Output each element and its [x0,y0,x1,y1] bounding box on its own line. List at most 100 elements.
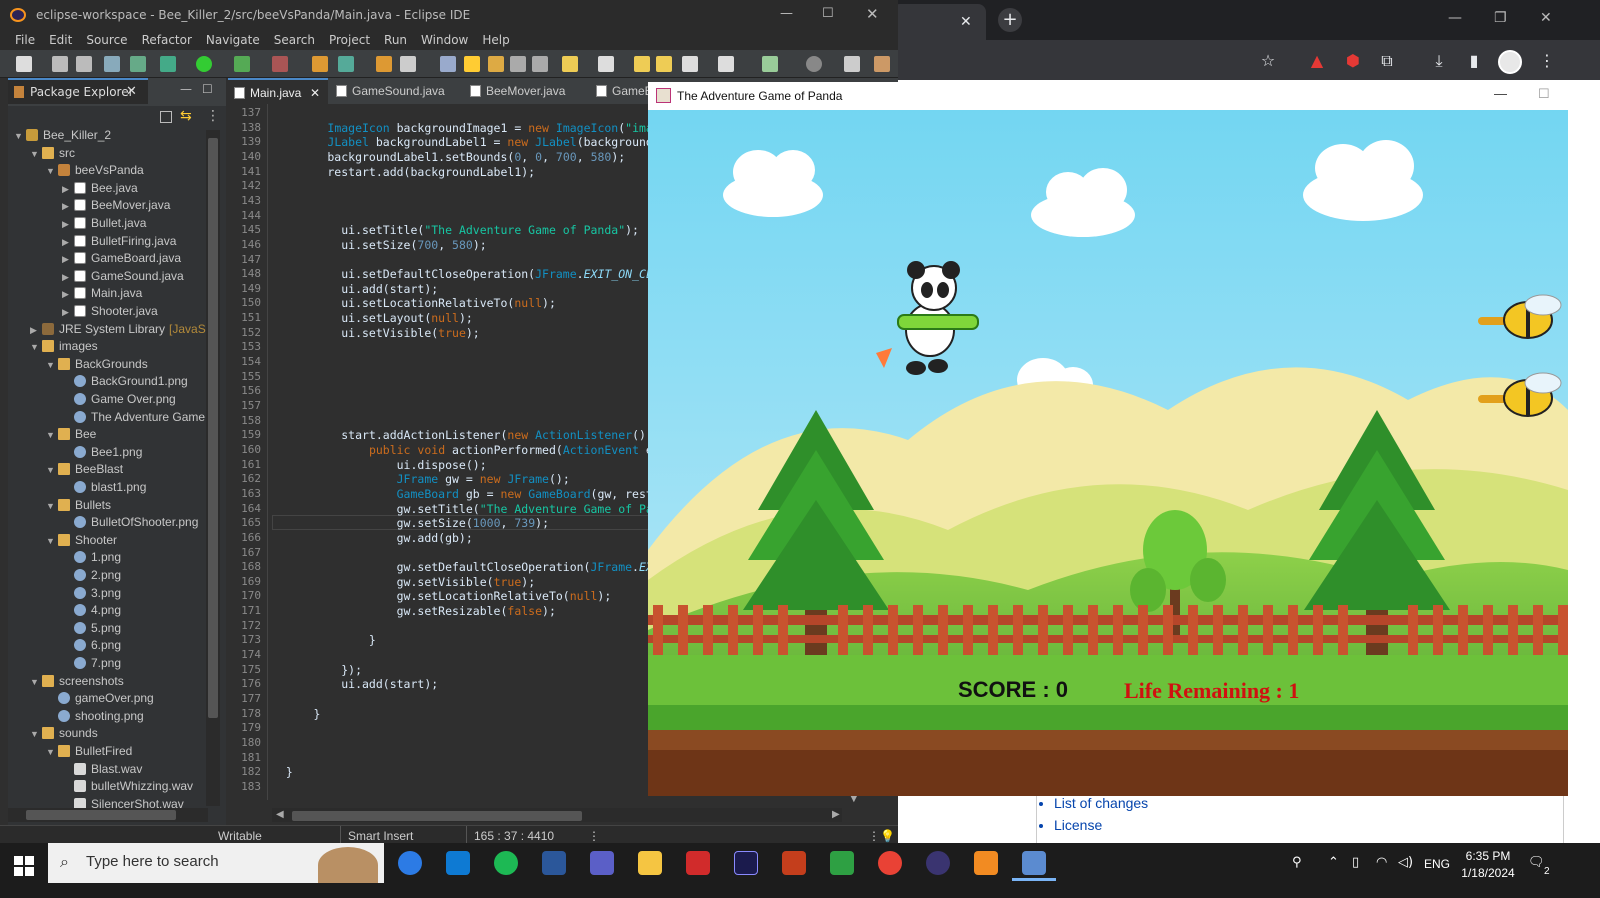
view-menu-icon[interactable]: ⋮ [206,108,220,124]
tree-item[interactable]: ▼ Bee [8,427,96,445]
chevron-down-icon[interactable]: ▼ [30,729,42,739]
tree-item[interactable]: ▼ sounds [8,726,98,744]
windows-start-icon[interactable] [14,856,34,876]
java-icon[interactable] [1022,851,1046,875]
menu-help[interactable]: Help [475,30,516,50]
minecraft-icon[interactable] [830,851,854,875]
close-icon[interactable]: ✕ [866,5,879,23]
tree-item[interactable]: ▶ JRE System Library[JavaSE- [8,322,208,340]
chevron-down-icon[interactable]: ▼ [46,360,58,370]
chevron-down-icon[interactable]: ▼ [30,149,42,159]
tab-beemover-java[interactable]: BeeMover.java [464,78,592,104]
link-with-editor-icon[interactable]: ⇆ [180,108,192,124]
tree-item[interactable]: ▼ Bullets [8,498,111,516]
tree-item[interactable]: Blast.wav [8,762,142,780]
tree-item[interactable]: The Adventure Game [8,410,205,428]
menu-icon[interactable]: ⋮ [1538,52,1556,70]
tree-item[interactable]: SilencerShot.wav [8,797,184,808]
wifi-icon[interactable]: ◠ [1376,855,1387,870]
menu-file[interactable]: File [8,30,42,50]
pilcrow-icon[interactable] [532,56,548,72]
show-whitespace-icon[interactable] [510,56,526,72]
tree-item[interactable]: ▼ Shooter [8,533,117,551]
prev-annotation-icon[interactable] [598,56,614,72]
debug-icon[interactable] [160,56,176,72]
link-license[interactable]: License [1054,817,1148,833]
chevron-down-icon[interactable]: ▼ [30,342,42,352]
coverage-icon[interactable] [234,56,250,72]
language-indicator[interactable]: ENG [1424,857,1450,871]
tree-item[interactable]: 6.png [8,638,121,656]
tree-item[interactable]: ▼ images [8,339,98,357]
status-cursor-position[interactable]: 165 : 37 : 4410 [474,829,554,843]
toggle-mark-icon[interactable] [440,56,456,72]
scroll-right-icon[interactable]: ▶ [832,809,840,820]
next-annotation-icon[interactable] [562,56,578,72]
lightbulb-icon[interactable]: 💡 [880,829,895,843]
tree-item[interactable]: ▶ Main.java [8,286,142,304]
tree-item[interactable]: ▼ BulletFired [8,744,132,762]
open-perspective-icon[interactable] [844,56,860,72]
scrollbar-thumb[interactable] [292,811,582,821]
clock[interactable]: 6:35 PM 1/18/2024 [1448,848,1528,882]
tree-item[interactable]: 5.png [8,621,121,639]
skip-breakpoints-icon[interactable] [130,56,146,72]
tree-item[interactable]: 4.png [8,603,121,621]
word-icon[interactable] [542,851,566,875]
java-perspective-icon[interactable] [874,56,890,72]
horizontal-scrollbar[interactable] [8,808,208,822]
tree-item[interactable]: 2.png [8,568,121,586]
maximize-icon[interactable]: ☐ [822,6,834,21]
tab-main-java[interactable]: Main.java ✕ [228,78,328,104]
tree-item[interactable]: ▶ Shooter.java [8,304,158,322]
edge-icon[interactable] [398,851,422,875]
close-icon[interactable]: ✕ [310,86,320,100]
minimize-icon[interactable]: — [1448,10,1462,26]
tab-package-explorer[interactable]: Package Explorer ✕ [8,78,148,104]
forward-icon[interactable] [718,56,734,72]
chevron-down-icon[interactable]: ▼ [30,677,42,687]
open-type-icon[interactable] [376,56,392,72]
menu-run[interactable]: Run [377,30,414,50]
menu-refactor[interactable]: Refactor [135,30,199,50]
battery-icon[interactable]: ▯ [1352,855,1359,870]
menu-source[interactable]: Source [79,30,134,50]
link-list-of-changes[interactable]: List of changes [1054,795,1148,811]
tree-item[interactable]: ▶ GameBoard.java [8,251,181,269]
chrome-icon[interactable] [878,851,902,875]
chevron-right-icon[interactable]: ▶ [62,201,74,212]
tree-item[interactable]: 1.png [8,550,121,568]
tree-item[interactable]: blast1.png [8,480,146,498]
menu-edit[interactable]: Edit [42,30,79,50]
tree-item[interactable]: Bee1.png [8,445,142,463]
chevron-up-icon[interactable]: ⌃ [1328,855,1339,870]
tree-item[interactable]: ▼ Bee_Killer_2 [8,128,111,146]
chevron-down-icon[interactable]: ▼ [14,131,26,141]
menu-search[interactable]: Search [267,30,322,50]
restore-icon[interactable]: ❐ [1494,10,1507,26]
chevron-right-icon[interactable]: ▶ [30,325,42,336]
back-icon[interactable] [682,56,698,72]
save-icon[interactable] [52,56,68,72]
save-all-icon[interactable] [76,56,92,72]
file-explorer-icon[interactable] [638,851,662,875]
highlight-icon[interactable] [464,56,480,72]
tree-item[interactable]: ▼ BackGrounds [8,357,148,375]
scroll-left-icon[interactable]: ◀ [276,809,284,820]
editor-text-area[interactable]: 137 138 139 140 141 142 143 144 145 146 147 148 149 1… [228,104,648,800]
chevron-down-icon[interactable]: ▼ [46,465,58,475]
new-tab-button[interactable]: + [998,8,1022,32]
download-icon[interactable]: ⤓ [1430,52,1448,70]
block-selection-icon[interactable] [488,56,504,72]
status-menu-icon[interactable]: ⋮ [588,829,600,843]
bookmark-star-icon[interactable]: ☆ [1259,52,1277,70]
tab-gamesound-java[interactable]: GameSound.java [330,78,460,104]
volume-icon[interactable]: ◁) [1398,855,1413,870]
run-icon[interactable] [196,56,212,72]
tree-item[interactable]: bulletWhizzing.wav [8,779,193,797]
tree-item[interactable]: ▶ Bullet.java [8,216,146,234]
tree-item[interactable]: ▼ screenshots [8,674,124,692]
forward-edit-icon[interactable] [656,56,672,72]
tree-item[interactable]: ▶ BeeMover.java [8,198,170,216]
avatar[interactable] [1498,50,1522,74]
